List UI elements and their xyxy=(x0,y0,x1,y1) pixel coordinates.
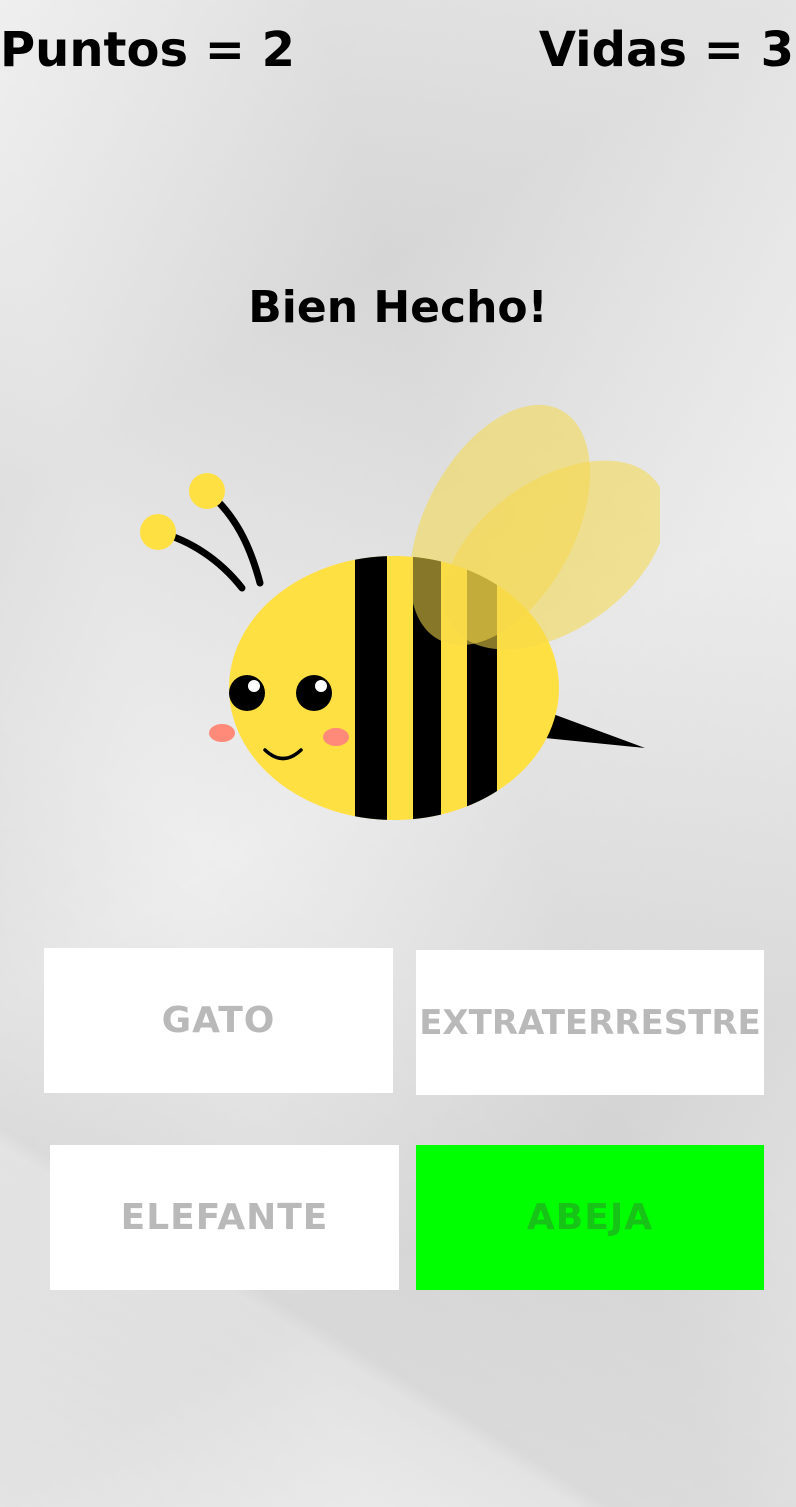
bee-cheek-right xyxy=(323,728,349,746)
feedback-message: Bien Hecho! xyxy=(248,282,548,333)
answer-option-abeja[interactable]: ABEJA xyxy=(416,1145,764,1290)
answer-option-extraterrestre[interactable]: EXTRATERRESTRE xyxy=(416,950,764,1095)
bee-eye-left xyxy=(229,675,265,711)
lives-label: Vidas = 3 xyxy=(538,22,794,78)
bee-eye-right xyxy=(296,675,332,711)
bee-antenna-tip-right xyxy=(189,473,225,509)
bee-icon xyxy=(140,404,660,820)
score-label: Puntos = 2 xyxy=(0,22,296,78)
answer-option-elefante[interactable]: ELEFANTE xyxy=(50,1145,399,1290)
answer-option-gato[interactable]: GATO xyxy=(44,948,393,1093)
bee-cheek-left xyxy=(209,724,235,742)
bee-antenna-tip-left xyxy=(140,514,176,550)
